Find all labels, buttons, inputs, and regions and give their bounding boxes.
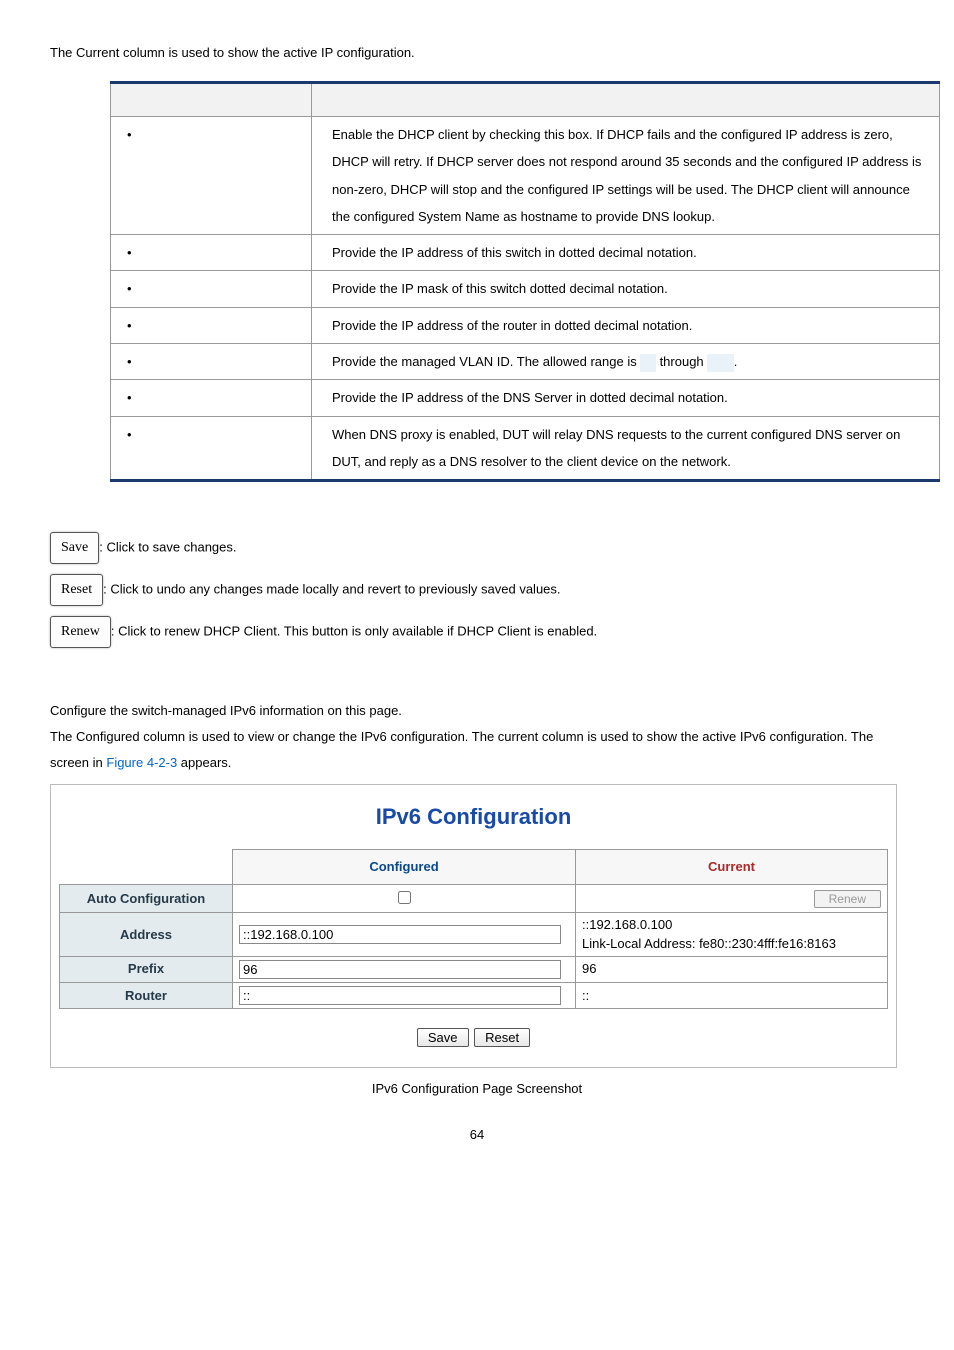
- ipv6-reset-button[interactable]: Reset: [474, 1028, 530, 1047]
- ipv6-title: IPv6 Configuration: [51, 785, 896, 849]
- table-row: [111, 344, 312, 380]
- table-row: [111, 380, 312, 416]
- row-router: Router: [60, 983, 233, 1009]
- page-number: 64: [50, 1122, 904, 1148]
- text: Provide the managed VLAN ID. The allowed…: [332, 354, 640, 369]
- description-table: Enable the DHCP client by checking this …: [110, 81, 940, 482]
- hdr-current: Current: [576, 850, 888, 885]
- router-input[interactable]: [239, 986, 561, 1005]
- router-current: ::: [576, 983, 888, 1009]
- figure-caption: IPv6 Configuration Page Screenshot: [50, 1076, 904, 1102]
- figure-link[interactable]: Figure 4-2-3: [106, 755, 177, 770]
- desc-cell: Enable the DHCP client by checking this …: [312, 117, 940, 235]
- desc-cell: Provide the IP address of this switch in…: [312, 235, 940, 271]
- renew-desc: : Click to renew DHCP Client. This butto…: [111, 624, 597, 639]
- auto-config-checkbox[interactable]: [398, 891, 411, 904]
- renew-button[interactable]: Renew: [50, 616, 111, 648]
- th-object: [111, 83, 312, 117]
- th-desc: [312, 83, 940, 117]
- table-row: [111, 235, 312, 271]
- save-button[interactable]: Save: [50, 532, 99, 564]
- desc-cell: Provide the managed VLAN ID. The allowed…: [312, 344, 940, 380]
- intro-text: The Current column is used to show the a…: [50, 40, 904, 66]
- table-row: [111, 271, 312, 307]
- range-max: [707, 354, 733, 372]
- row-auto-config: Auto Configuration: [60, 885, 233, 913]
- text: appears.: [177, 755, 231, 770]
- reset-button[interactable]: Reset: [50, 574, 103, 606]
- desc-cell: Provide the IP address of the router in …: [312, 307, 940, 343]
- row-prefix: Prefix: [60, 956, 233, 982]
- sect2-p2: The Configured column is used to view or…: [50, 724, 904, 776]
- text: .: [734, 354, 738, 369]
- ipv6-save-button[interactable]: Save: [417, 1028, 469, 1047]
- desc-cell: Provide the IP mask of this switch dotte…: [312, 271, 940, 307]
- range-min: [640, 354, 656, 372]
- ipv6-table: Configured Current Auto Configuration Re…: [59, 849, 888, 1009]
- address-input[interactable]: [239, 925, 561, 944]
- renew-btn[interactable]: Renew: [814, 890, 881, 908]
- address-current: ::192.168.0.100 Link-Local Address: fe80…: [576, 913, 888, 956]
- table-row: [111, 117, 312, 235]
- addr-cur-line1: ::192.168.0.100: [582, 916, 881, 934]
- sect2-p1: Configure the switch-managed IPv6 inform…: [50, 698, 904, 724]
- ipv6-config-panel: IPv6 Configuration Configured Current Au…: [50, 784, 897, 1068]
- table-row: [111, 416, 312, 481]
- table-row: [111, 307, 312, 343]
- row-address: Address: [60, 913, 233, 956]
- save-desc: : Click to save changes.: [99, 540, 236, 555]
- reset-desc: : Click to undo any changes made locally…: [103, 582, 560, 597]
- prefix-input[interactable]: [239, 960, 561, 979]
- prefix-current: 96: [576, 956, 888, 982]
- text: through: [656, 354, 707, 369]
- hdr-configured: Configured: [233, 850, 576, 885]
- desc-cell: When DNS proxy is enabled, DUT will rela…: [312, 416, 940, 481]
- addr-cur-line2: Link-Local Address: fe80::230:4fff:fe16:…: [582, 935, 881, 953]
- desc-cell: Provide the IP address of the DNS Server…: [312, 380, 940, 416]
